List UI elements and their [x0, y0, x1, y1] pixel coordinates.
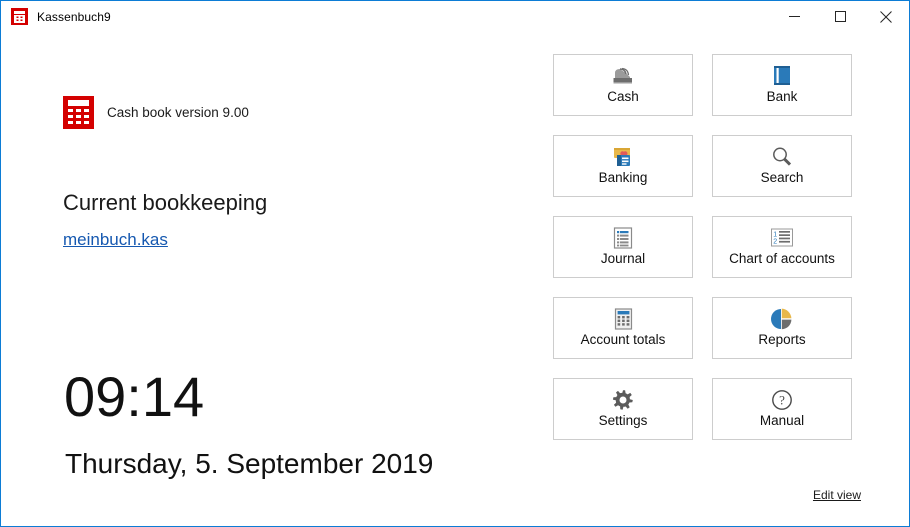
tile-chart-of-accounts[interactable]: 1 2 Chart of accounts: [712, 216, 852, 278]
tile-banking[interactable]: Banking: [553, 135, 693, 197]
calculator-icon: [614, 308, 633, 330]
tile-settings[interactable]: Settings: [553, 378, 693, 440]
minimize-button[interactable]: [771, 1, 817, 32]
calculator-icon: [63, 96, 94, 129]
navigation-tile-grid: Cash Bank Banking Search Journal 1 2 Cha…: [553, 54, 852, 440]
tile-journal[interactable]: Journal: [553, 216, 693, 278]
tile-label: Manual: [759, 413, 805, 429]
maximize-icon: [834, 11, 846, 22]
tile-label: Account totals: [580, 332, 666, 348]
tile-manual[interactable]: ? Manual: [712, 378, 852, 440]
pie-chart-icon: [770, 308, 794, 330]
svg-text:2: 2: [773, 239, 777, 246]
maximize-button[interactable]: [817, 1, 863, 32]
payment-cards-icon: [610, 146, 636, 168]
date-display: Thursday, 5. September 2019: [65, 448, 434, 479]
question-mark-icon: ?: [771, 389, 793, 411]
version-label: Cash book version 9.00: [107, 105, 249, 120]
book-icon: [772, 65, 792, 87]
tile-label: Journal: [600, 251, 646, 267]
close-button[interactable]: [863, 1, 909, 32]
tile-label: Chart of accounts: [729, 251, 835, 267]
calculator-icon: [11, 8, 28, 25]
list-document-icon: [613, 227, 633, 249]
window-controls: [771, 1, 909, 32]
tile-search[interactable]: Search: [712, 135, 852, 197]
current-file-link[interactable]: meinbuch.kas: [63, 230, 168, 250]
title-bar-left: Kassenbuch9: [1, 1, 771, 32]
svg-text:1: 1: [773, 231, 777, 238]
title-bar: Kassenbuch9: [1, 1, 909, 33]
tile-label: Reports: [758, 332, 806, 348]
minimize-icon: [788, 16, 800, 17]
window-title: Kassenbuch9: [37, 9, 111, 24]
tile-label: Banking: [598, 170, 648, 186]
clock-display: 09:14: [64, 365, 205, 428]
version-row: Cash book version 9.00: [63, 96, 249, 129]
tile-reports[interactable]: Reports: [712, 297, 852, 359]
app-window: Kassenbuch9 Cash book version 9.00 Curre…: [0, 0, 910, 527]
tile-label: Bank: [766, 89, 798, 105]
close-icon: [880, 10, 892, 23]
magnifier-icon: [771, 146, 793, 168]
tile-cash[interactable]: Cash: [553, 54, 693, 116]
edit-view-link[interactable]: Edit view: [813, 488, 861, 502]
main-content: Cash book version 9.00 Current bookkeepi…: [1, 33, 909, 527]
svg-text:?: ?: [779, 393, 785, 408]
tile-label: Cash: [607, 89, 639, 105]
tile-account-totals[interactable]: Account totals: [553, 297, 693, 359]
tile-bank[interactable]: Bank: [712, 54, 852, 116]
gear-icon: [612, 389, 634, 411]
numbered-list-icon: 1 2: [770, 227, 794, 249]
tile-label: Search: [760, 170, 804, 186]
page-title: Current bookkeeping: [63, 190, 268, 215]
cash-drawer-icon: [611, 65, 635, 87]
tile-label: Settings: [598, 413, 648, 429]
